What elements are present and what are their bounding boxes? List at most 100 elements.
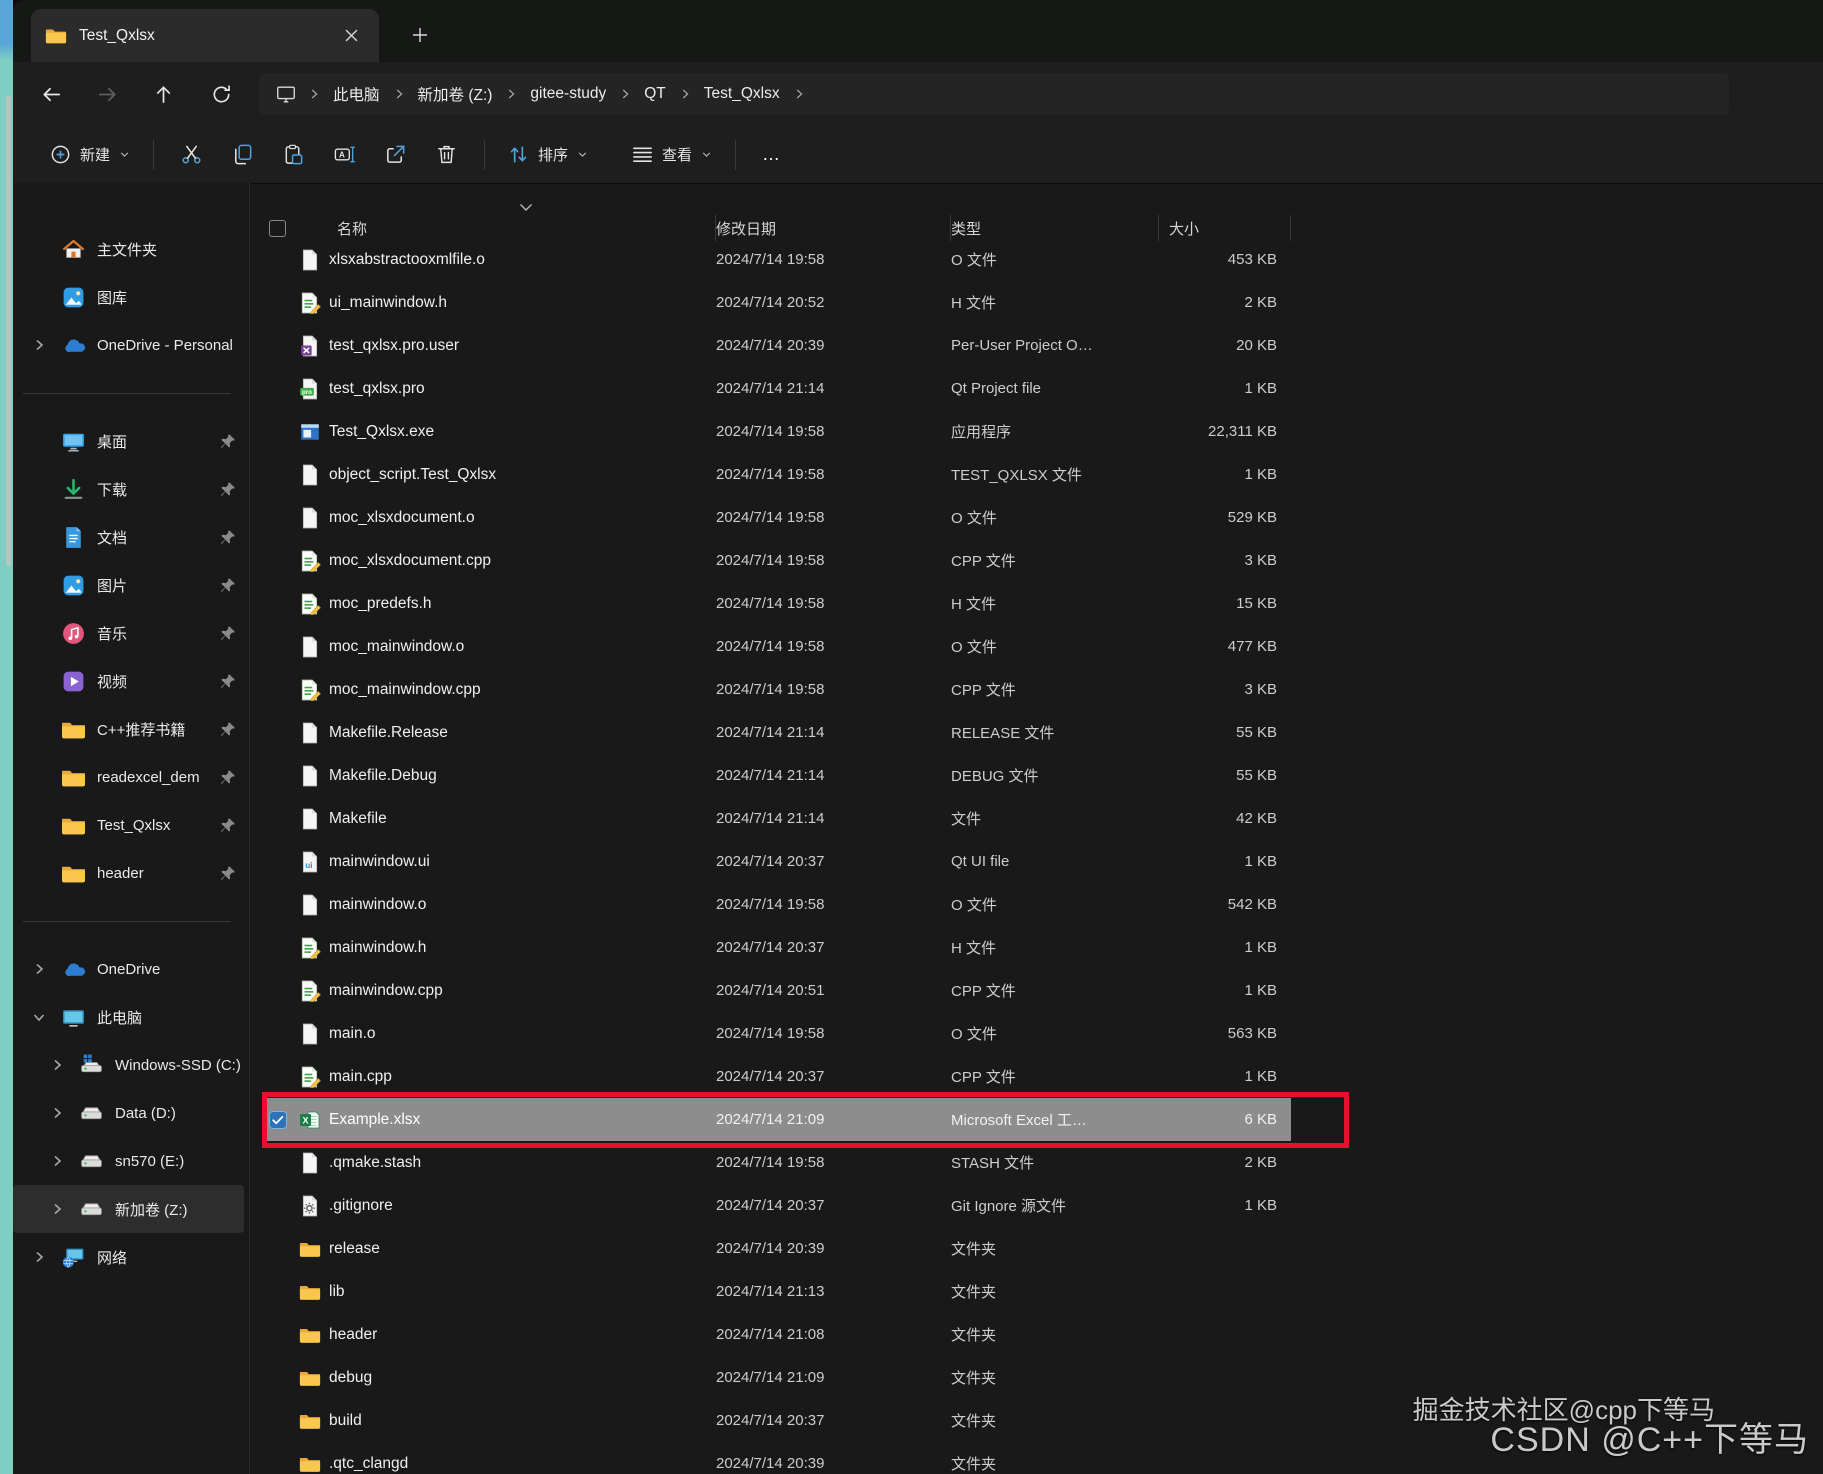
chevron-right-icon[interactable] [49, 1153, 79, 1169]
column-header-name[interactable]: 名称 [329, 204, 716, 241]
sidebar-item-downloads[interactable]: 下载 [13, 465, 249, 513]
file-date-cell: 2024/7/14 19:58 [716, 1025, 825, 1042]
file-type-cell: H 文件 [951, 940, 997, 957]
file-row[interactable]: moc_xlsxdocument.cpp 2024/7/14 19:58 CPP 文… [251, 539, 1823, 582]
explorer-tab[interactable]: Test_Qxlsx [31, 9, 379, 62]
xlsx-icon: X [299, 1109, 321, 1131]
select-all-checkbox[interactable] [269, 215, 299, 241]
tab-close-button[interactable] [337, 22, 365, 50]
chevron-right-icon[interactable] [31, 961, 61, 977]
file-row[interactable]: release 2024/7/14 20:39 文件夹 [251, 1227, 1823, 1270]
file-row[interactable]: moc_mainwindow.cpp 2024/7/14 19:58 CPP 文件 3… [251, 668, 1823, 711]
file-row[interactable]: ui mainwindow.ui 2024/7/14 20:37 Qt UI file… [251, 840, 1823, 883]
file-size-cell: 2 KB [1244, 294, 1277, 311]
sidebar-item-gallery[interactable]: 图库 [13, 273, 249, 321]
sort-button[interactable]: 排序 [497, 136, 599, 173]
file-row[interactable]: object_script.Test_Qxlsx 2024/7/14 19:58 T… [251, 453, 1823, 496]
column-header-type[interactable]: 类型 [951, 215, 1159, 241]
breadcrumb-item[interactable]: 此电脑 [325, 79, 388, 109]
file-row[interactable]: mainwindow.h 2024/7/14 20:37 H 文件 1 KB [251, 926, 1823, 969]
share-button[interactable] [370, 136, 421, 173]
sidebar-item-desktop[interactable]: 桌面 [13, 417, 249, 465]
file-date-cell: 2024/7/14 19:58 [716, 595, 825, 612]
chevron-right-icon[interactable] [49, 1105, 79, 1121]
file-row[interactable]: moc_predefs.h 2024/7/14 19:58 H 文件 15 KB [251, 582, 1823, 625]
chevron-right-icon[interactable] [49, 1057, 79, 1073]
sidebar-item-network[interactable]: 网络 [13, 1233, 249, 1281]
sidebar-item-test-qxlsx[interactable]: Test_Qxlsx [13, 801, 249, 849]
chevron-right-icon[interactable] [31, 337, 61, 353]
folder-icon [299, 1410, 321, 1432]
chevron-down-icon[interactable] [31, 1009, 61, 1025]
checkbox-slot [269, 810, 287, 828]
rename-button[interactable]: A [319, 136, 370, 173]
sidebar-item-drive-e[interactable]: sn570 (E:) [13, 1137, 249, 1185]
file-row[interactable]: Test_Qxlsx.exe 2024/7/14 19:58 应用程序 22,311 … [251, 410, 1823, 453]
sidebar-item-cpp-books[interactable]: C++推荐书籍 [13, 705, 249, 753]
file-row[interactable]: pro test_qxlsx.pro 2024/7/14 21:14 Qt Proje… [251, 367, 1823, 410]
file-size-cell: 1 KB [1244, 982, 1277, 999]
cut-button[interactable] [166, 136, 217, 173]
file-row[interactable]: moc_mainwindow.o 2024/7/14 19:58 O 文件 477 K… [251, 625, 1823, 668]
paste-button[interactable] [268, 136, 319, 173]
sidebar-item-music[interactable]: 音乐 [13, 609, 249, 657]
file-date-cell: 2024/7/14 20:37 [716, 1068, 825, 1085]
sidebar-item-drive-c[interactable]: Windows-SSD (C:) [13, 1041, 249, 1089]
sidebar-item-documents[interactable]: 文档 [13, 513, 249, 561]
file-size-cell: 22,311 KB [1208, 423, 1277, 440]
file-row[interactable]: Makefile 2024/7/14 21:14 文件 42 KB [251, 797, 1823, 840]
sidebar-item-videos[interactable]: 视频 [13, 657, 249, 705]
file-icon [299, 464, 321, 486]
file-row[interactable]: header 2024/7/14 21:08 文件夹 [251, 1313, 1823, 1356]
sidebar-item-label: 此电脑 [97, 1009, 143, 1027]
file-row[interactable]: ui_mainwindow.h 2024/7/14 20:52 H 文件 2 KB [251, 281, 1823, 324]
column-header-date[interactable]: 修改日期 [716, 215, 951, 241]
breadcrumb-item[interactable]: gitee-study [522, 81, 614, 107]
file-row[interactable]: main.o 2024/7/14 19:58 O 文件 563 KB [251, 1012, 1823, 1055]
user-icon [299, 335, 321, 357]
file-row[interactable]: .gitignore 2024/7/14 20:37 Git Ignore 源文件 1… [251, 1184, 1823, 1227]
file-list: xlsxabstractooxmlfile.o 2024/7/14 19:58 O … [251, 248, 1823, 1474]
sidebar-item-pictures[interactable]: 图片 [13, 561, 249, 609]
back-button[interactable] [31, 74, 71, 114]
file-row[interactable]: xlsxabstractooxmlfile.o 2024/7/14 19:58 O … [251, 248, 1823, 281]
forward-button[interactable] [87, 74, 127, 114]
file-row[interactable]: Makefile.Release 2024/7/14 21:14 RELEASE 文… [251, 711, 1823, 754]
sidebar-item-onedrive[interactable]: OneDrive [13, 945, 249, 993]
new-button[interactable]: 新建 [39, 136, 141, 173]
gallery-icon [61, 573, 86, 598]
file-row[interactable]: main.cpp 2024/7/14 20:37 CPP 文件 1 KB [251, 1055, 1823, 1098]
refresh-button[interactable] [201, 74, 241, 114]
sidebar-item-this-pc[interactable]: 此电脑 [13, 993, 249, 1041]
sidebar-item-home[interactable]: 主文件夹 [13, 225, 249, 273]
chevron-right-icon[interactable] [31, 1249, 61, 1265]
file-row[interactable]: mainwindow.cpp 2024/7/14 20:51 CPP 文件 1 KB [251, 969, 1823, 1012]
column-header-size[interactable]: 大小 [1159, 215, 1291, 241]
file-date-cell: 2024/7/14 21:14 [716, 380, 825, 397]
view-button[interactable]: 查看 [621, 136, 723, 173]
file-row[interactable]: X Example.xlsx 2024/7/14 21:09 Microsoft Ex… [251, 1098, 1823, 1141]
sidebar-item-drive-d[interactable]: Data (D:) [13, 1089, 249, 1137]
delete-button[interactable] [421, 136, 472, 173]
sidebar-item-onedrive-personal[interactable]: OneDrive - Personal [13, 321, 249, 369]
sidebar-item-header[interactable]: header [13, 849, 249, 897]
new-tab-button[interactable] [403, 18, 437, 52]
copy-button[interactable] [217, 136, 268, 173]
file-row[interactable]: test_qxlsx.pro.user 2024/7/14 20:39 Per-Us… [251, 324, 1823, 367]
breadcrumb[interactable]: 此电脑 新加卷 (Z:) gitee-study QT Test_Qxlsx [259, 73, 1729, 115]
checkbox-checked[interactable] [269, 1110, 287, 1129]
more-options-button[interactable]: … [748, 140, 796, 169]
file-row[interactable]: Makefile.Debug 2024/7/14 21:14 DEBUG 文件 55 … [251, 754, 1823, 797]
breadcrumb-item[interactable]: Test_Qxlsx [696, 81, 788, 107]
chevron-right-icon[interactable] [49, 1201, 79, 1217]
file-row[interactable]: .qmake.stash 2024/7/14 19:58 STASH 文件 2 KB [251, 1141, 1823, 1184]
file-date-cell: 2024/7/14 19:58 [716, 896, 825, 913]
file-row[interactable]: lib 2024/7/14 21:13 文件夹 [251, 1270, 1823, 1313]
file-row[interactable]: moc_xlsxdocument.o 2024/7/14 19:58 O 文件 529… [251, 496, 1823, 539]
breadcrumb-item[interactable]: QT [636, 81, 674, 107]
sidebar-item-drive-z[interactable]: 新加卷 (Z:) [13, 1185, 244, 1233]
breadcrumb-item[interactable]: 新加卷 (Z:) [410, 79, 501, 109]
file-row[interactable]: mainwindow.o 2024/7/14 19:58 O 文件 542 KB [251, 883, 1823, 926]
up-button[interactable] [143, 74, 183, 114]
sidebar-item-readexcel[interactable]: readexcel_dem [13, 753, 249, 801]
